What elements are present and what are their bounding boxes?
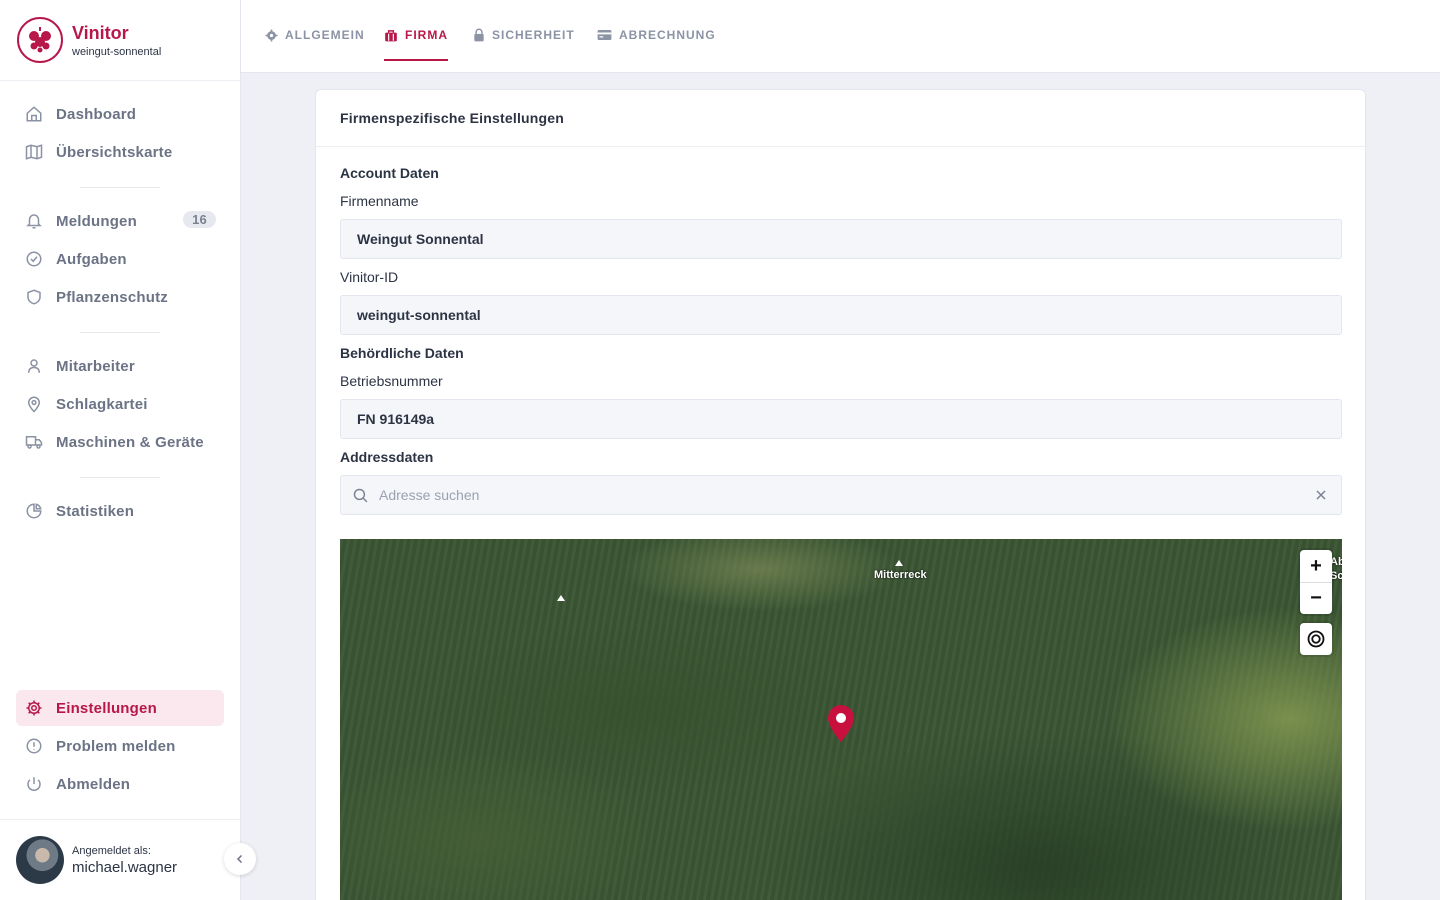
- sidebar-item-label: Schlagkartei: [56, 395, 148, 413]
- card-title: Firmenspezifische Einstellungen: [316, 90, 1365, 147]
- sidebar-item-abmelden[interactable]: Abmelden: [16, 766, 224, 802]
- sidebar-item-label: Aufgaben: [56, 250, 127, 268]
- tab-label: FIRMA: [405, 28, 448, 42]
- sidebar-item-label: Statistiken: [56, 502, 135, 520]
- sidebar-divider: [80, 477, 160, 478]
- zoom-in-button[interactable]: +: [1300, 550, 1332, 582]
- sidebar-item-problem-melden[interactable]: Problem melden: [16, 728, 224, 764]
- sidebar-item-label: Einstellungen: [56, 699, 157, 717]
- bell-icon: [24, 211, 44, 231]
- address-map[interactable]: Mitterreck Ab Sc + −: [340, 539, 1342, 900]
- sidebar-item-pflanzenschutz[interactable]: Pflanzenschutz: [16, 279, 224, 315]
- vinitor-id-field[interactable]: weingut-sonnental: [340, 295, 1342, 335]
- sidebar-divider: [80, 187, 160, 188]
- brand-name: Vinitor: [72, 22, 129, 43]
- map-icon: [24, 142, 44, 162]
- lock-icon: [473, 28, 485, 42]
- geolocate-button[interactable]: [1300, 623, 1332, 655]
- sidebar-item-label: Meldungen: [56, 212, 137, 230]
- sidebar-item-label: Dashboard: [56, 105, 137, 123]
- tab-label: ABRECHNUNG: [619, 28, 716, 42]
- sidebar-item-statistiken[interactable]: Statistiken: [16, 493, 224, 529]
- power-icon: [24, 774, 44, 794]
- chevron-left-icon: [236, 854, 243, 864]
- brand[interactable]: Vinitor weingut-sonnental: [0, 0, 240, 81]
- notification-count-badge: 16: [183, 211, 216, 228]
- company-settings-card: Firmenspezifische Einstellungen Account …: [315, 89, 1366, 900]
- sidebar-item-label: Maschinen & Geräte: [56, 433, 204, 451]
- address-search: [340, 475, 1342, 515]
- tab-abrechnung[interactable]: ABRECHNUNG: [597, 9, 716, 61]
- gear-icon: [265, 29, 278, 42]
- search-icon: [352, 487, 369, 504]
- brand-account: weingut-sonnental: [72, 45, 162, 58]
- avatar: [16, 836, 64, 884]
- sidebar-item-label: Problem melden: [56, 737, 176, 755]
- pie-chart-icon: [24, 501, 44, 521]
- sidebar-item-maschinen[interactable]: Maschinen & Geräte: [16, 424, 224, 460]
- sidebar-item-label: Pflanzenschutz: [56, 288, 168, 306]
- user-icon: [24, 356, 44, 376]
- tab-label: SICHERHEIT: [492, 28, 575, 42]
- grapes-icon: [17, 17, 63, 63]
- sidebar-item-aufgaben[interactable]: Aufgaben: [16, 241, 224, 277]
- tab-label: ALLGEMEIN: [285, 28, 365, 42]
- alert-circle-icon: [24, 736, 44, 756]
- sidebar-item-label: Abmelden: [56, 775, 131, 793]
- sidebar-item-meldungen[interactable]: Meldungen 16: [16, 203, 224, 239]
- briefcase-icon: [384, 29, 398, 42]
- section-address-data: Addressdaten: [340, 449, 434, 465]
- shield-icon: [24, 287, 44, 307]
- sidebar-item-schlagkartei[interactable]: Schlagkartei: [16, 386, 224, 422]
- map-label-peak: Mitterreck: [874, 569, 927, 581]
- vinitor-id-label: Vinitor-ID: [340, 269, 399, 285]
- zoom-controls: + −: [1300, 550, 1332, 614]
- section-authority-data: Behördliche Daten: [340, 345, 464, 361]
- geolocate-control: [1300, 623, 1332, 655]
- check-circle-icon: [24, 249, 44, 269]
- address-search-input[interactable]: [379, 487, 1315, 503]
- truck-icon: [24, 432, 44, 452]
- tab-allgemein[interactable]: ALLGEMEIN: [265, 9, 365, 61]
- sidebar-item-label: Mitarbeiter: [56, 357, 135, 375]
- tab-sicherheit[interactable]: SICHERHEIT: [473, 9, 575, 61]
- user-profile[interactable]: Angemeldet als: michael.wagner: [0, 819, 240, 900]
- peak-marker-icon: [895, 560, 903, 566]
- company-name-label: Firmenname: [340, 193, 419, 209]
- tab-firma[interactable]: FIRMA: [384, 9, 448, 61]
- business-number-label: Betriebsnummer: [340, 373, 443, 389]
- sidebar: Vinitor weingut-sonnental Dashboard Über…: [0, 0, 241, 900]
- sidebar-item-mitarbeiter[interactable]: Mitarbeiter: [16, 348, 224, 384]
- map-pin-icon: [828, 705, 854, 742]
- section-account-data: Account Daten: [340, 165, 439, 181]
- location-pin-icon: [24, 394, 44, 414]
- collapse-sidebar-button[interactable]: [224, 843, 256, 875]
- sidebar-item-einstellungen[interactable]: Einstellungen: [16, 690, 224, 726]
- settings-tabs: ALLGEMEIN FIRMA SICHERHEIT ABRECHNUNG: [241, 0, 1440, 73]
- credit-card-icon: [597, 29, 612, 41]
- target-icon: [1307, 630, 1325, 648]
- gear-icon: [24, 698, 44, 718]
- company-name-field[interactable]: Weingut Sonnental: [340, 219, 1342, 259]
- location-marker[interactable]: [827, 705, 855, 748]
- sidebar-item-uebersichtskarte[interactable]: Übersichtskarte: [16, 134, 224, 170]
- logged-in-caption: Angemeldet als:: [72, 844, 151, 857]
- zoom-out-button[interactable]: −: [1300, 582, 1332, 614]
- sidebar-item-dashboard[interactable]: Dashboard: [16, 96, 224, 132]
- home-icon: [24, 104, 44, 124]
- business-number-field[interactable]: FN 916149a: [340, 399, 1342, 439]
- sidebar-item-label: Übersichtskarte: [56, 143, 173, 161]
- clear-search-icon[interactable]: [1315, 489, 1327, 501]
- peak-marker-icon: [557, 595, 565, 601]
- sidebar-divider: [80, 332, 160, 333]
- username: michael.wagner: [72, 858, 178, 876]
